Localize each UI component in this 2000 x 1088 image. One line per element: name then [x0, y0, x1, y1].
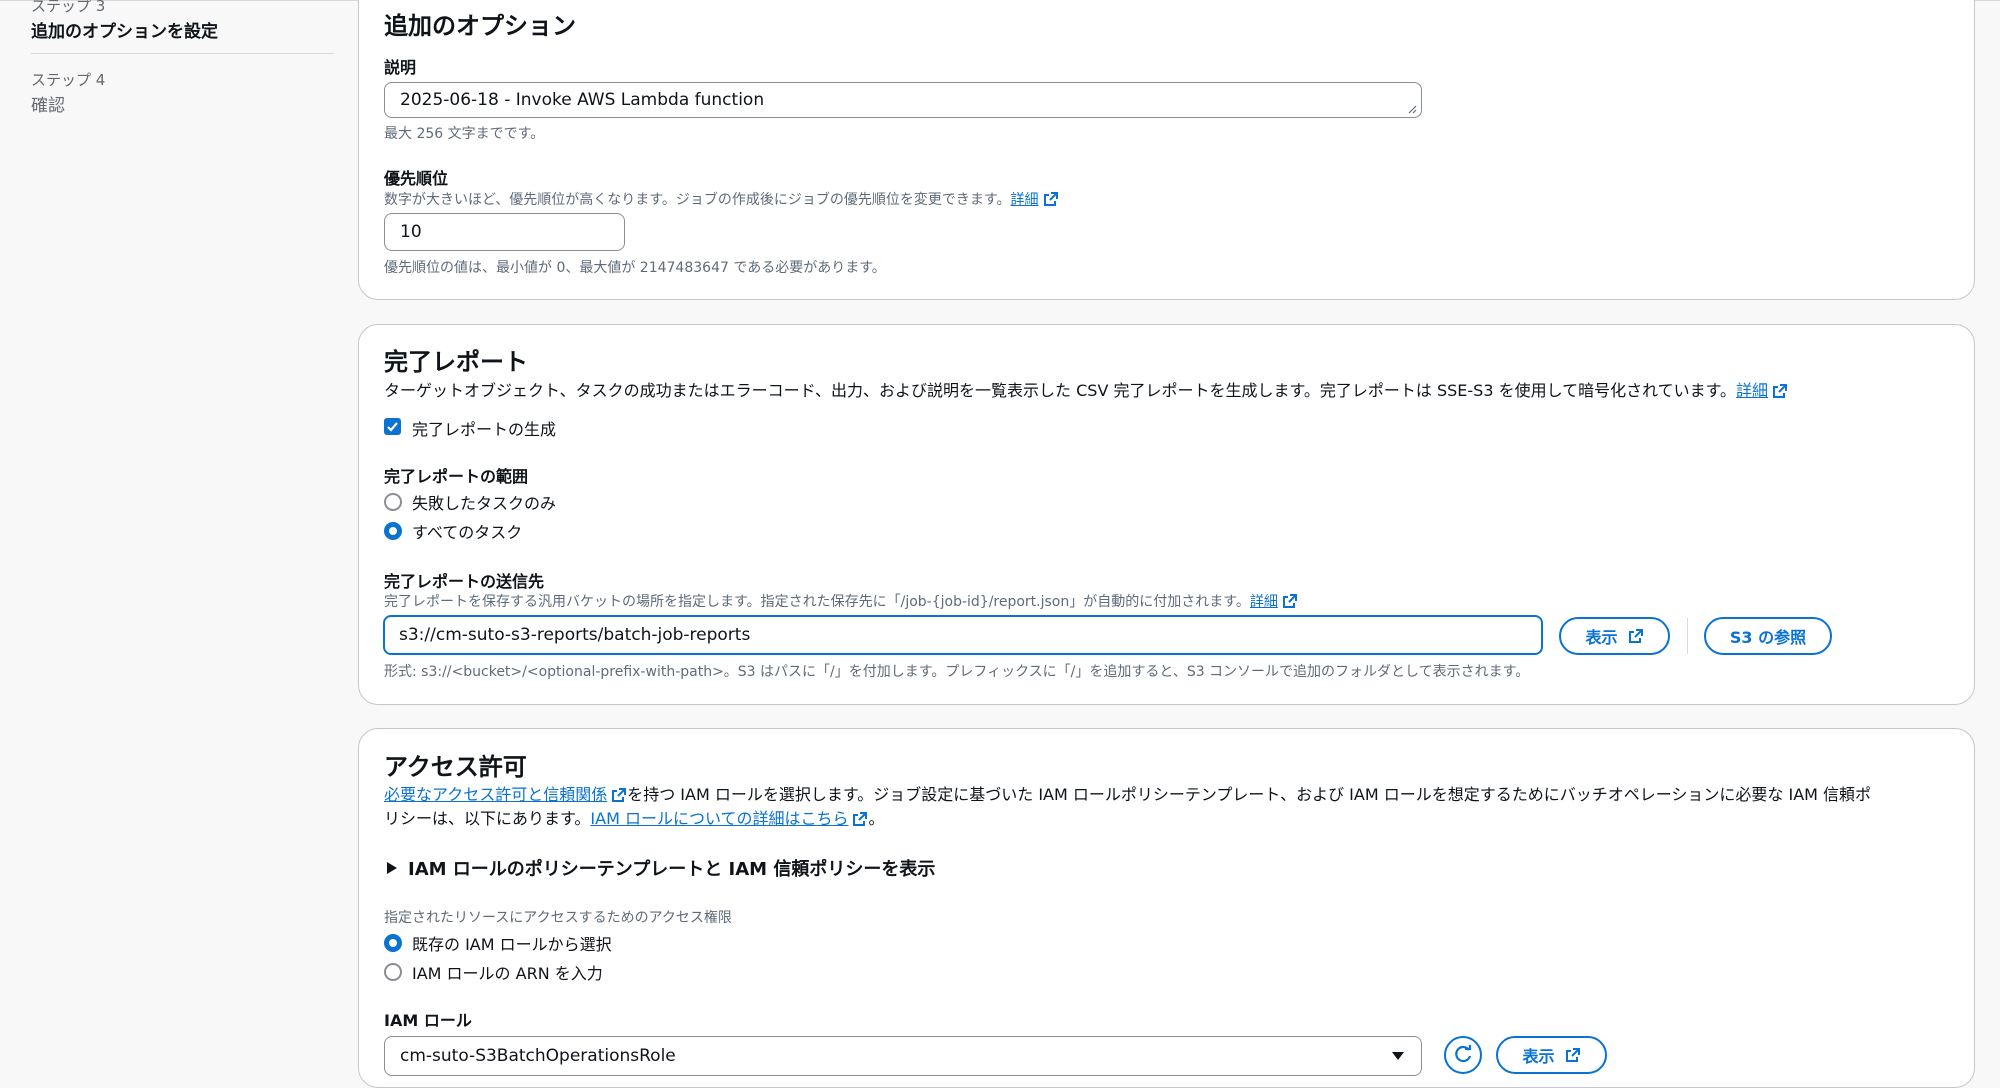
report-description: ターゲットオブジェクト、タスクの成功またはエラーコード、出力、および説明を一覧表… — [384, 377, 1788, 401]
caret-down-icon — [1392, 1052, 1404, 1060]
priority-description: 数字が大きいほど、優先順位が高くなります。ジョブの作成後にジョブの優先順位を変更… — [384, 189, 1059, 209]
destination-hint: 形式: s3://<bucket>/<optional-prefix-with-… — [384, 664, 1530, 680]
section-title: 追加のオプション — [384, 12, 576, 40]
external-link-icon — [1773, 384, 1788, 398]
destination-label: 完了レポートの送信先 — [384, 572, 545, 591]
priority-input[interactable]: 10 — [384, 213, 625, 251]
destination-view-button[interactable]: 表示 — [1559, 617, 1670, 655]
section-title: 完了レポート — [384, 348, 528, 376]
destination-info-link[interactable]: 詳細 — [1250, 594, 1278, 610]
iam-role-value: cm-suto-S3BatchOperationsRole — [400, 1046, 676, 1066]
policy-template-expander[interactable]: IAM ロールのポリシーテンプレートと IAM 信頼ポリシーを表示 — [386, 855, 935, 881]
external-link-icon — [1628, 629, 1643, 643]
iam-role-details-link[interactable]: IAM ロールについての詳細はこちら — [590, 809, 848, 828]
report-info-link[interactable]: 詳細 — [1736, 381, 1768, 400]
priority-info-link[interactable]: 詳細 — [1011, 192, 1039, 208]
section-title: アクセス許可 — [384, 753, 527, 781]
external-link-icon — [1043, 192, 1058, 206]
generate-report-checkbox[interactable] — [384, 418, 401, 435]
access-description-line1: 必要なアクセス許可と信頼関係 を持つ IAM ロールを選択します。ジョブ設定に基づ… — [384, 785, 1872, 804]
destination-value: s3://cm-suto-s3-reports/batch-job-report… — [399, 625, 751, 645]
external-link-icon — [853, 812, 868, 826]
step4-name: 確認 — [31, 96, 65, 116]
perm-radio-arn[interactable] — [384, 963, 402, 981]
scope-radio-all[interactable] — [384, 522, 402, 540]
scope-option-failed: 失敗したタスクのみ — [412, 494, 557, 513]
generate-report-label: 完了レポートの生成 — [412, 420, 557, 439]
priority-hint: 優先順位の値は、最小値が 0、最大値が 2147483647 である必要がありま… — [384, 260, 886, 276]
description-value: 2025-06-18 - Invoke AWS Lambda function — [400, 90, 765, 110]
description-label: 説明 — [384, 58, 417, 77]
scope-label: 完了レポートの範囲 — [384, 467, 529, 486]
wizard-steps-nav: ステップ 3 追加のオプションを設定 ステップ 4 確認 — [0, 0, 355, 1066]
step4-caption: ステップ 4 — [31, 71, 106, 89]
nav-divider — [31, 53, 334, 54]
scope-option-all: すべてのタスク — [412, 523, 523, 542]
perm-option-existing: 既存の IAM ロールから選択 — [412, 935, 612, 954]
checkmark-icon — [387, 422, 398, 432]
priority-value: 10 — [400, 222, 422, 242]
destination-input[interactable]: s3://cm-suto-s3-reports/batch-job-report… — [383, 615, 1543, 655]
expander-label: IAM ロールのポリシーテンプレートと IAM 信頼ポリシーを表示 — [408, 859, 936, 880]
iam-role-view-button[interactable]: 表示 — [1496, 1036, 1607, 1074]
iam-role-select[interactable]: cm-suto-S3BatchOperationsRole — [384, 1036, 1422, 1076]
browse-s3-button[interactable]: S3 の参照 — [1704, 617, 1832, 655]
caret-right-icon — [387, 862, 397, 874]
priority-label: 優先順位 — [384, 169, 449, 188]
completion-report-card: 完了レポート ターゲットオブジェクト、タスクの成功またはエラーコード、出力、およ… — [358, 324, 1975, 705]
scope-radio-failed[interactable] — [384, 493, 402, 511]
access-description-line2: リシーは、以下にあります。IAM ロールについての詳細はこちら。 — [384, 809, 885, 828]
description-textarea[interactable]: 2025-06-18 - Invoke AWS Lambda function — [384, 82, 1422, 118]
refresh-button[interactable] — [1444, 1036, 1482, 1074]
perm-option-arn: IAM ロールの ARN を入力 — [412, 964, 603, 983]
perm-radio-existing[interactable] — [384, 934, 402, 952]
refresh-icon — [1455, 1045, 1472, 1063]
resize-handle-icon[interactable] — [1407, 104, 1417, 114]
required-permissions-link[interactable]: 必要なアクセス許可と信頼関係 — [384, 785, 607, 804]
permission-label: 指定されたリソースにアクセスするためのアクセス権限 — [384, 910, 732, 926]
access-permissions-card: アクセス許可 必要なアクセス許可と信頼関係 を持つ IAM ロールを選択します。ジ… — [358, 728, 1975, 1088]
description-hint: 最大 256 文字までです。 — [384, 126, 545, 142]
step3-name[interactable]: 追加のオプションを設定 — [31, 17, 218, 42]
external-link-icon — [612, 788, 627, 802]
destination-description: 完了レポートを保存する汎用バケットの場所を指定します。指定された保存先に「/jo… — [384, 591, 1298, 611]
step3-caption: ステップ 3 — [31, 0, 106, 15]
external-link-icon — [1565, 1048, 1580, 1062]
button-divider — [1687, 618, 1688, 654]
additional-options-card: 追加のオプション 説明 2025-06-18 - Invoke AWS Lamb… — [358, 0, 1975, 300]
iam-role-label: IAM ロール — [384, 1011, 472, 1030]
external-link-icon — [1282, 594, 1297, 608]
